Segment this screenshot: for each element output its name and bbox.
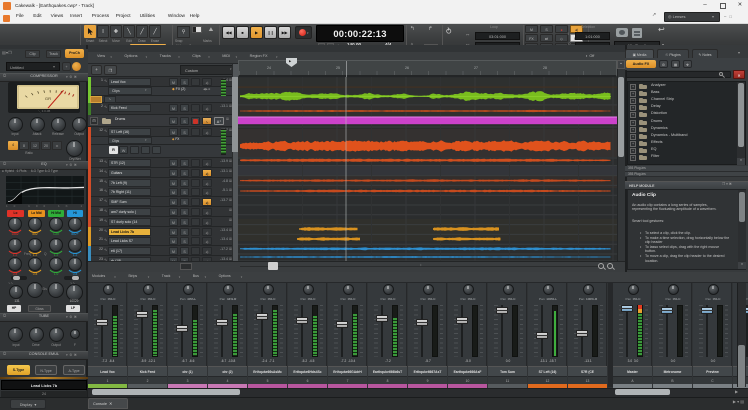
svg-text:GR: GR <box>45 97 51 101</box>
